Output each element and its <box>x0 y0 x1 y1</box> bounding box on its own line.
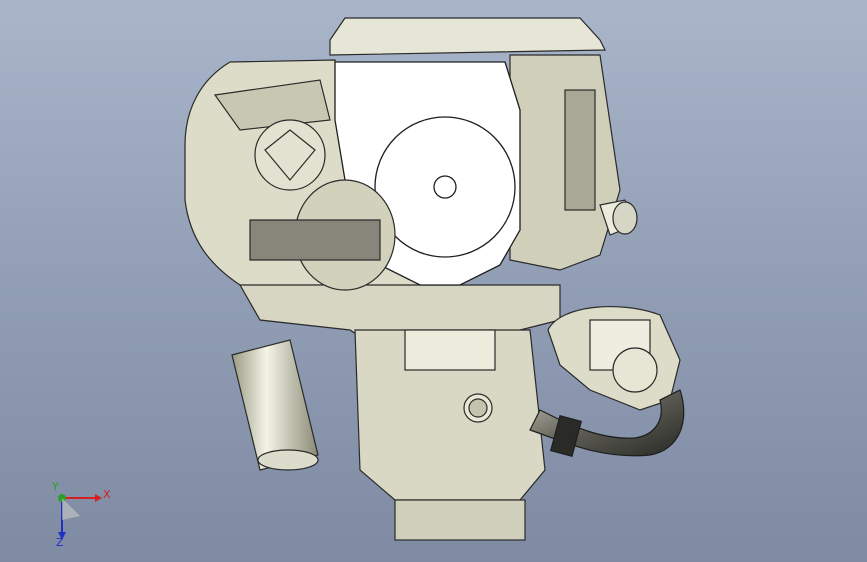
coordinate-triad: X Y Z <box>40 480 120 550</box>
throttle-body[interactable] <box>547 306 681 411</box>
cam-sprocket[interactable] <box>254 119 326 191</box>
x-axis-label: X <box>103 488 111 501</box>
x-axis-arrowhead <box>95 494 102 502</box>
z-axis-label: Z <box>56 536 64 549</box>
graphics-viewport[interactable]: X Y Z <box>0 0 867 562</box>
intake-hose[interactable] <box>529 389 685 457</box>
y-axis-label: Y <box>52 480 59 493</box>
engine-3d-model[interactable] <box>0 0 867 562</box>
oil-filter[interactable] <box>231 339 319 471</box>
triad-shadow <box>62 498 80 520</box>
crankcase-lower[interactable] <box>354 329 546 541</box>
